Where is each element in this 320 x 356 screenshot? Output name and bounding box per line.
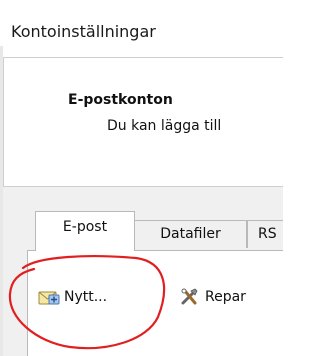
tab-data-files-label: Datafiler	[160, 226, 221, 242]
header-title: E-postkonton	[68, 92, 173, 108]
repair-account-label: Repar	[205, 289, 246, 305]
header-description: Du kan lägga till	[107, 118, 222, 134]
new-account-button[interactable]: Nytt...	[38, 287, 107, 307]
tab-data-files[interactable]: Datafiler	[134, 220, 247, 248]
new-account-label: Nytt...	[64, 289, 108, 305]
account-settings-window: Kontoinställningar E-postkonton Du kan l…	[0, 0, 283, 356]
tab-rss-label: RS	[258, 226, 277, 242]
tab-rss[interactable]: RS	[247, 220, 283, 248]
new-account-envelope-icon	[38, 287, 60, 307]
tab-email-label: E-post	[62, 219, 108, 235]
title-bar: Kontoinställningar	[0, 0, 283, 50]
window-title: Kontoinställningar	[11, 22, 156, 41]
tab-email[interactable]: E-post	[35, 211, 135, 251]
repair-account-button[interactable]: Repar	[179, 287, 246, 307]
repair-tools-icon	[179, 287, 201, 307]
